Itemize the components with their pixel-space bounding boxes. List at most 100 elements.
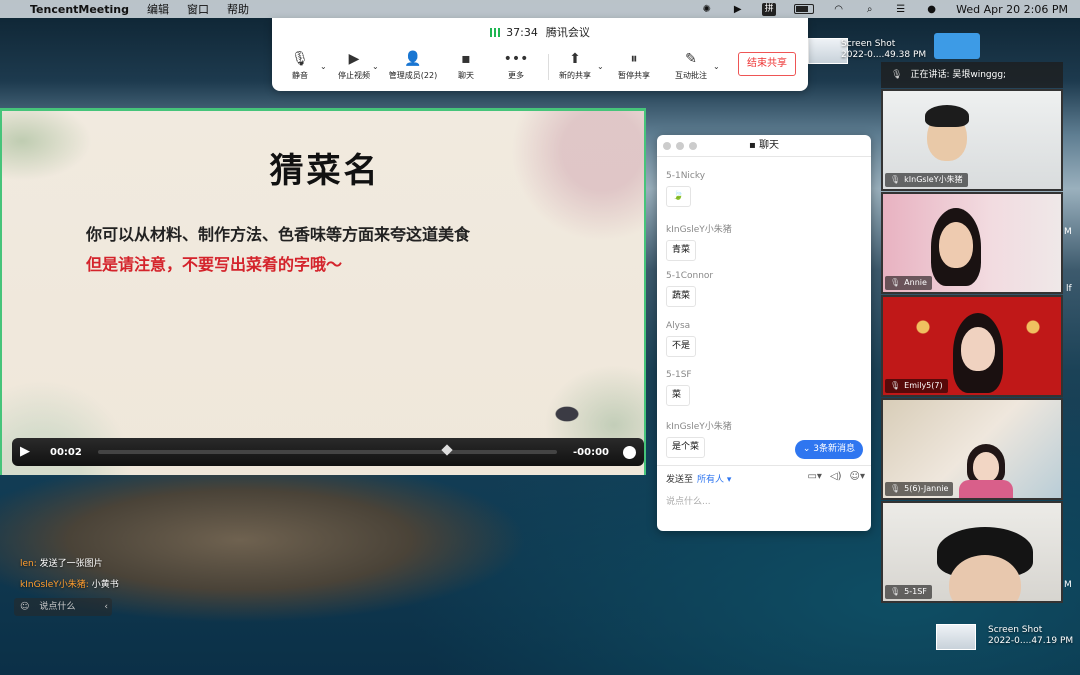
overlay-chat-sender: kInGsleY小朱猪: (20, 580, 89, 590)
annotate-options-chevron-icon[interactable]: ⌄ (713, 62, 720, 71)
chat-message-sender: 5-1Nicky (666, 171, 706, 181)
video-tile[interactable]: 🎙 5(6)-Jannie (881, 398, 1063, 500)
send-to-selector[interactable]: 发送至 所有人 ▾ (666, 472, 731, 485)
folder-icon[interactable] (934, 33, 980, 59)
chat-tools: ▭▾ ◁) ☺▾ (807, 471, 865, 482)
toolbar-buttons: 🎙 静音 ⌄ ▶ 停止视频 ⌄ 👤 管理成员(22) ▪ 聊天 ••• 更多 ⬆… (272, 50, 808, 90)
video-tile[interactable]: 🎙 5-1SF (881, 501, 1063, 603)
microphone-icon: 🎙 (891, 70, 903, 80)
volume-knob-icon[interactable] (623, 445, 636, 459)
chat-header: ▪ 聊天 (657, 135, 871, 157)
emoji-icon[interactable]: ☺ (20, 602, 29, 612)
media-controls: ▶ 00:02 -00:00 (12, 438, 644, 466)
overlay-chat-text: 小黄书 (91, 580, 119, 590)
collapse-chevron-icon[interactable]: ‹ (104, 598, 108, 616)
video-options-chevron-icon[interactable]: ⌄ (372, 62, 379, 71)
pause-share-button[interactable]: ⏸ 暂停共享 (603, 50, 665, 81)
mention-user-icon[interactable]: ☺▾ (850, 471, 865, 482)
chat-composer: 发送至 所有人 ▾ ▭▾ ◁) ☺▾ 说点什么... (657, 465, 871, 531)
chat-message: 5-1Connor 蔬菜 (666, 271, 713, 307)
video-tile[interactable]: 🎙 Annie (881, 192, 1063, 294)
minimize-window-button[interactable] (676, 142, 684, 150)
double-chevron-down-icon: ⌄ (802, 444, 814, 454)
menu-window[interactable]: 窗口 (187, 1, 209, 17)
chat-message-text[interactable]: 不是 (666, 336, 697, 357)
desktop-edge-label: lf (1066, 284, 1072, 294)
chat-title-icon: ▪ (749, 140, 759, 151)
menu-bar-right: ✺ ▶ 拼 ◠ ⌕ ☰ ● Wed Apr 20 2:06 PM (700, 2, 1068, 16)
chat-message-text[interactable]: 是个菜 (666, 437, 706, 458)
send-to-target[interactable]: 所有人 (697, 475, 724, 485)
end-share-button[interactable]: 结束共享 (738, 52, 796, 76)
close-window-button[interactable] (663, 142, 671, 150)
participant-clothing (959, 480, 1013, 498)
overlay-chat-message: len: 发送了一张图片 (20, 556, 103, 569)
chat-message-sender: Alysa (666, 321, 691, 331)
media-progress-thumb[interactable] (441, 444, 453, 456)
app-menu[interactable]: TencentMeeting (30, 3, 129, 16)
participant-face (973, 452, 999, 482)
file-folder-icon[interactable]: ▭▾ (807, 471, 821, 482)
window-controls (663, 142, 697, 150)
chat-input[interactable]: 说点什么... (666, 494, 711, 507)
siri-icon[interactable]: ● (925, 4, 938, 15)
video-tile[interactable]: 🎙 Emily5(7) (881, 295, 1063, 397)
status-play-icon[interactable]: ▶ (731, 4, 744, 15)
battery-icon[interactable] (794, 4, 815, 14)
participant-name-tag: 🎙 Annie (885, 276, 932, 290)
overlay-chat-input[interactable]: ☺ 说点什么 ‹ (14, 598, 112, 616)
more-button[interactable]: ••• 更多 (485, 50, 547, 81)
screenshot-file-thumbnail-2[interactable] (936, 624, 976, 650)
chat-message: 5-1SF 菜 (666, 370, 692, 406)
media-progress-track[interactable] (97, 444, 558, 456)
participant-name-tag: 🎙 5(6)-Jannie (885, 482, 954, 496)
screenshot-file-label-1[interactable]: Screen Shot 2022-0....49.38 PM (841, 39, 926, 61)
chat-message: kInGsleY小朱猪 青菜 (666, 222, 732, 261)
chat-message-text[interactable]: 蔬菜 (666, 286, 697, 307)
chat-message-sender: kInGsleY小朱猪 (666, 422, 732, 432)
menu-bar: TencentMeeting 编辑 窗口 帮助 ✺ ▶ 拼 ◠ ⌕ ☰ ● We… (0, 0, 1080, 18)
control-center-icon[interactable]: ☰ (894, 4, 907, 15)
participant-name-tag: 🎙 5-1SF (885, 585, 932, 599)
screenshot-file-label-2[interactable]: Screen Shot 2022-0....47.19 PM (988, 625, 1073, 647)
microphone-icon: 🎙 (890, 587, 901, 596)
chat-window: ▪ 聊天 5-1Nicky 🍃 kInGsleY小朱猪 青菜 5-1Connor… (657, 135, 871, 531)
chat-message-sender: 5-1SF (666, 370, 692, 380)
speaker-icon[interactable]: ◁) (830, 471, 842, 482)
menu-help[interactable]: 帮助 (227, 1, 249, 17)
overlay-chat-sender: len: (20, 559, 37, 569)
active-speaker-bar: 🎙 正在讲话: 吴垠winggg; (881, 62, 1063, 88)
chat-title: 聊天 (758, 140, 779, 151)
more-dots-icon: ••• (503, 51, 529, 67)
play-icon[interactable]: ▶ (20, 444, 36, 460)
overlay-chat-message: kInGsleY小朱猪: 小黄书 (20, 577, 119, 590)
meeting-toolbar: 37:34 腾讯会议 🎙 静音 ⌄ ▶ 停止视频 ⌄ 👤 管理成员(22) ▪ 聊… (272, 18, 808, 91)
menu-bar-left: TencentMeeting 编辑 窗口 帮助 (12, 1, 249, 17)
chat-message-text[interactable]: 青菜 (666, 240, 697, 261)
wifi-icon[interactable]: ◠ (832, 4, 845, 15)
new-messages-button[interactable]: ⌄ 3条新消息 (794, 440, 863, 459)
active-speaker-label: 正在讲话: 吴垠winggg; (910, 70, 1007, 80)
slide-instruction: 你可以从材料、制作方法、色香味等方面来夸这道美食 (86, 225, 471, 244)
participant-name-tag: 🎙 Emily5(7) (885, 379, 948, 393)
desktop-edge-label: M (1064, 227, 1072, 237)
chat-message-list[interactable]: 5-1Nicky 🍃 kInGsleY小朱猪 青菜 5-1Connor 蔬菜 A… (657, 158, 871, 463)
chat-message: kInGsleY小朱猪 是个菜 (666, 419, 732, 458)
status-gear-icon[interactable]: ✺ (700, 4, 713, 15)
menu-edit[interactable]: 编辑 (147, 1, 169, 17)
zoom-window-button[interactable] (689, 142, 697, 150)
chat-message-text[interactable]: 🍃 (666, 186, 691, 207)
chat-message: 5-1Nicky 🍃 (666, 171, 705, 207)
spotlight-search-icon[interactable]: ⌕ (863, 4, 876, 15)
video-tile[interactable]: 🎙 kInGsleY小朱猪 (881, 89, 1063, 191)
menu-bar-clock[interactable]: Wed Apr 20 2:06 PM (956, 3, 1068, 16)
slide-warning: 但是请注意，不要写出菜肴的字哦～ (86, 255, 343, 274)
send-to-chevron-icon: ▾ (724, 475, 732, 485)
participant-face (961, 327, 995, 371)
participant-name-tag: 🎙 kInGsleY小朱猪 (885, 173, 968, 187)
bird-illustration (550, 403, 584, 425)
input-method-icon[interactable]: 拼 (762, 2, 777, 16)
chat-message-text[interactable]: 菜 (666, 385, 690, 406)
media-remaining-time: -00:00 (573, 446, 609, 458)
shared-slide: 猜菜名 你可以从材料、制作方法、色香味等方面来夸这道美食 但是请注意，不要写出菜… (0, 108, 646, 475)
